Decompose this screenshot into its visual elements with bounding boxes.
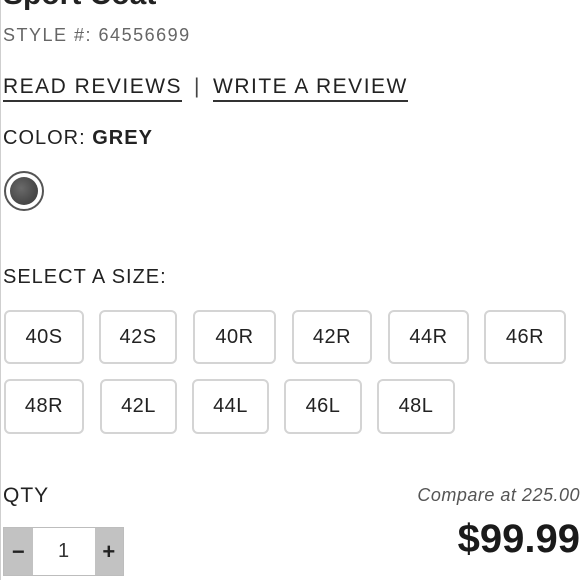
size-option-46r[interactable]: 46R xyxy=(484,310,566,364)
sale-price: $99.99 xyxy=(457,517,580,561)
size-option-42l[interactable]: 42L xyxy=(100,379,177,434)
style-label: STYLE #: xyxy=(3,25,99,45)
selected-color-value: GREY xyxy=(92,127,153,149)
write-review-link[interactable]: WRITE A REVIEW xyxy=(213,75,408,102)
review-links: READ REVIEWS | WRITE A REVIEW xyxy=(3,75,408,102)
size-option-44l[interactable]: 44L xyxy=(192,379,269,434)
quantity-input[interactable] xyxy=(32,528,95,575)
color-selection-label: COLOR: GREY xyxy=(3,127,153,150)
size-option-40s[interactable]: 40S xyxy=(4,310,84,364)
size-section-label: SELECT A SIZE: xyxy=(3,266,167,288)
size-option-48r[interactable]: 48R xyxy=(4,379,84,434)
read-reviews-link[interactable]: READ REVIEWS xyxy=(3,75,183,102)
decrement-button[interactable]: − xyxy=(4,528,33,575)
color-swatch-grey[interactable] xyxy=(4,171,44,211)
increment-button[interactable]: + xyxy=(94,528,123,575)
review-separator: | xyxy=(194,75,201,98)
compare-at-price: Compare at 225.00 xyxy=(417,485,580,505)
size-option-40r[interactable]: 40R xyxy=(193,310,276,364)
size-option-42s[interactable]: 42S xyxy=(99,310,177,364)
size-option-42r[interactable]: 42R xyxy=(292,310,372,364)
color-label: COLOR: xyxy=(3,127,93,149)
size-option-44r[interactable]: 44R xyxy=(388,310,469,364)
swatch-fill xyxy=(10,177,38,205)
style-number-line: STYLE #: 64556699 xyxy=(3,25,191,46)
size-option-48l[interactable]: 48L xyxy=(377,379,455,434)
quantity-label: QTY xyxy=(3,484,50,507)
style-number: 64556699 xyxy=(98,25,191,45)
quantity-stepper: − + xyxy=(3,527,124,576)
size-option-46l[interactable]: 46L xyxy=(284,379,362,434)
left-border xyxy=(0,0,1,580)
product-title: Sport Coat xyxy=(3,0,156,12)
